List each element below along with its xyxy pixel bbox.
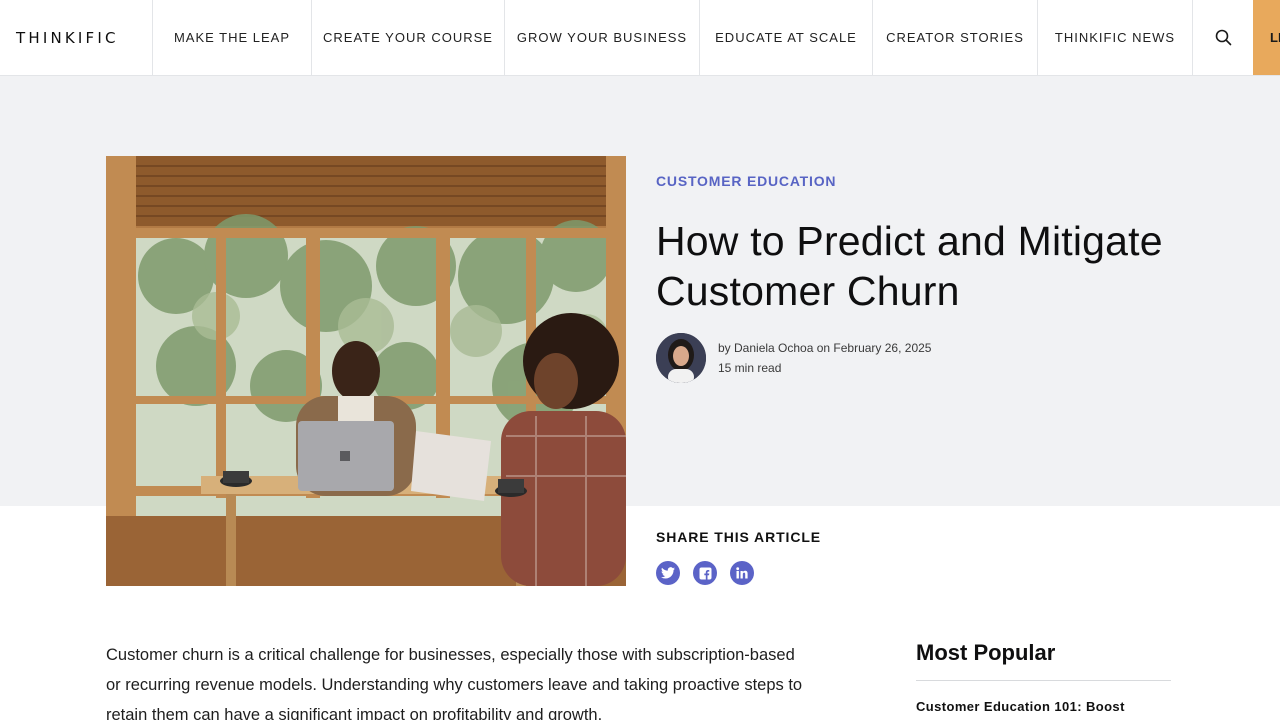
article-hero-image — [106, 156, 626, 586]
article-title: How to Predict and Mitigate Customer Chu… — [656, 218, 1163, 314]
share-title: SHARE THIS ARTICLE — [656, 529, 822, 545]
twitter-icon — [661, 567, 675, 579]
share-facebook-button[interactable] — [693, 561, 717, 585]
share-twitter-button[interactable] — [656, 561, 680, 585]
logo-text: THINKIFIC — [16, 28, 119, 47]
nav-make-the-leap[interactable]: MAKE THE LEAP — [153, 0, 312, 75]
share-icons — [656, 561, 754, 585]
linkedin-icon — [736, 567, 748, 579]
author-block: by Daniela Ochoa on February 26, 2025 15… — [656, 333, 931, 383]
nav-create-your-course[interactable]: CREATE YOUR COURSE — [312, 0, 505, 75]
nav-thinkific-news[interactable]: THINKIFIC NEWS — [1038, 0, 1193, 75]
read-time: 15 min read — [718, 361, 782, 375]
thinkific-logo[interactable]: THINKIFIC — [0, 0, 153, 75]
author-avatar — [656, 333, 706, 383]
nav-creator-stories[interactable]: CREATOR STORIES — [873, 0, 1038, 75]
author-byline: by Daniela Ochoa on February 26, 2025 — [718, 341, 932, 355]
most-popular-title: Most Popular — [916, 640, 1171, 681]
nav-educate-at-scale[interactable]: EDUCATE AT SCALE — [700, 0, 873, 75]
search-icon — [1215, 29, 1231, 46]
most-popular-sidebar: Most Popular Customer Education 101: Boo… — [916, 640, 1171, 714]
top-navigation: THINKIFIC MAKE THE LEAP CREATE YOUR COUR… — [0, 0, 1280, 76]
article-intro-paragraph: Customer churn is a critical challenge f… — [106, 646, 803, 720]
article-category[interactable]: CUSTOMER EDUCATION — [656, 173, 836, 189]
share-linkedin-button[interactable] — [730, 561, 754, 585]
search-button[interactable] — [1193, 0, 1253, 75]
facebook-icon — [699, 567, 711, 580]
nav-cta-button[interactable]: LE — [1253, 0, 1280, 75]
nav-grow-your-business[interactable]: GROW YOUR BUSINESS — [505, 0, 700, 75]
popular-item[interactable]: Customer Education 101: Boost — [916, 699, 1171, 714]
